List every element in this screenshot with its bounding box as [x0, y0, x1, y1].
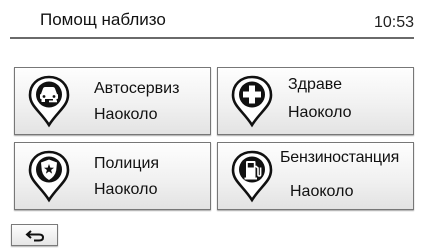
clock: 10:53: [373, 14, 414, 31]
header-bar: Помощ наблизо 10:53: [10, 0, 414, 40]
fuel-station-button[interactable]: Бензиностанция Наоколо: [217, 142, 414, 210]
police-badge-icon: [27, 149, 71, 203]
header-divider: [10, 37, 414, 39]
car-repair-icon: [27, 74, 71, 128]
police-button[interactable]: Полиция Наоколо: [14, 142, 211, 210]
police-sublabel: Наоколо: [94, 181, 158, 198]
health-button[interactable]: Здраве Наоколо: [217, 67, 414, 135]
autoservice-label: Автосервиз: [94, 80, 180, 97]
autoservice-button[interactable]: Автосервиз Наоколо: [14, 67, 211, 135]
fuel-station-label: Бензиностанция: [280, 149, 400, 166]
back-arrow-icon: [25, 230, 45, 242]
police-label: Полиция: [94, 155, 160, 172]
back-button[interactable]: [11, 224, 58, 246]
fuel-station-sublabel: Наоколо: [290, 183, 354, 200]
fuel-pump-icon: [230, 149, 274, 203]
health-sublabel: Наоколо: [288, 104, 352, 121]
medical-cross-icon: [230, 74, 274, 128]
health-label: Здраве: [288, 76, 343, 93]
autoservice-sublabel: Наоколо: [94, 106, 158, 123]
page-title: Помощ наблизо: [40, 10, 166, 29]
